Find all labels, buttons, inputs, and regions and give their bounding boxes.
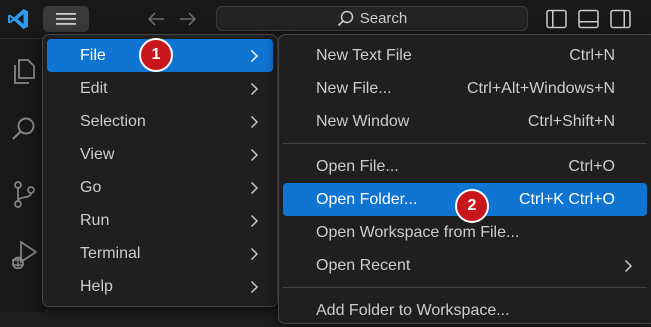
menu-item-label: Open Folder...: [316, 190, 418, 208]
keyboard-shortcut: Ctrl+Alt+Windows+N: [466, 79, 615, 97]
menu-item-label: New Text File: [316, 46, 412, 64]
layout-controls: [546, 9, 631, 29]
toggle-secondary-sidebar-icon[interactable]: [610, 9, 631, 29]
menu-separator: [283, 143, 647, 144]
menu-item-label: Add Folder to Workspace...: [316, 301, 510, 319]
menu-item-label: Open Workspace from File...: [316, 223, 520, 241]
chevron-right-icon: [250, 204, 259, 237]
chevron-right-icon: [250, 105, 259, 138]
menu-item-label: Terminal: [80, 244, 141, 262]
application-menu-button[interactable]: [43, 6, 89, 32]
search-label: Search: [359, 10, 408, 27]
chevron-right-icon: [250, 237, 259, 270]
menu-item-add-folder-to-workspace[interactable]: Add Folder to Workspace...: [283, 294, 647, 327]
menu-item-new-window[interactable]: New Window Ctrl+Shift+N: [283, 105, 647, 138]
toggle-primary-sidebar-icon[interactable]: [546, 9, 567, 29]
menu-item-open-file[interactable]: Open File... Ctrl+O: [283, 150, 647, 183]
menu-item-label: Edit: [80, 79, 108, 97]
arrow-left-icon[interactable]: [145, 8, 167, 30]
explorer-icon[interactable]: [9, 56, 39, 86]
toggle-panel-icon[interactable]: [578, 9, 599, 29]
hamburger-icon: [56, 13, 76, 25]
menu-item-label: Open File...: [316, 157, 399, 175]
menu-item-label: Selection: [80, 112, 146, 130]
menu-item-label: View: [80, 145, 115, 163]
activity-bar: [0, 39, 47, 312]
menu-item-selection[interactable]: Selection: [47, 105, 273, 138]
keyboard-shortcut: Ctrl+N: [569, 46, 615, 64]
menu-item-label: Go: [80, 178, 102, 196]
file-submenu: New Text File Ctrl+N New File... Ctrl+Al…: [278, 34, 651, 324]
chevron-right-icon: [250, 270, 259, 303]
run-and-debug-icon[interactable]: [9, 239, 39, 269]
arrow-right-icon[interactable]: [177, 8, 199, 30]
step-badge-1: 1: [139, 38, 173, 72]
menu-item-terminal[interactable]: Terminal: [47, 237, 273, 270]
menu-item-edit[interactable]: Edit: [47, 72, 273, 105]
application-menu: File Edit Selection View Go Run Terminal…: [42, 34, 278, 307]
chevron-right-icon: [624, 249, 633, 282]
command-center-search[interactable]: Search: [216, 6, 528, 31]
menu-item-view[interactable]: View: [47, 138, 273, 171]
menu-item-go[interactable]: Go: [47, 171, 273, 204]
vscode-logo-icon[interactable]: [6, 7, 30, 31]
menu-item-run[interactable]: Run: [47, 204, 273, 237]
step-badge-2: 2: [455, 189, 489, 223]
menu-item-label: New File...: [316, 79, 392, 97]
chevron-right-icon: [250, 171, 259, 204]
menu-item-help[interactable]: Help: [47, 270, 273, 303]
menu-item-label: Open Recent: [316, 256, 411, 274]
source-control-icon[interactable]: [9, 179, 39, 209]
menu-item-new-text-file[interactable]: New Text File Ctrl+N: [283, 39, 647, 72]
menu-item-open-recent[interactable]: Open Recent: [283, 249, 647, 282]
chevron-right-icon: [250, 39, 259, 72]
search-icon: [337, 10, 353, 26]
menu-item-label: Run: [80, 211, 110, 229]
menu-separator: [283, 287, 647, 288]
keyboard-shortcut: Ctrl+Shift+N: [527, 112, 615, 130]
chevron-right-icon: [250, 72, 259, 105]
keyboard-shortcut: Ctrl+O: [568, 157, 615, 175]
menu-item-new-file[interactable]: New File... Ctrl+Alt+Windows+N: [283, 72, 647, 105]
menu-item-label: New Window: [316, 112, 410, 130]
keyboard-shortcut: Ctrl+K Ctrl+O: [518, 190, 615, 208]
menu-item-label: Help: [80, 277, 113, 295]
chevron-right-icon: [250, 138, 259, 171]
menu-item-label: File: [80, 46, 106, 64]
search-icon[interactable]: [9, 114, 39, 144]
